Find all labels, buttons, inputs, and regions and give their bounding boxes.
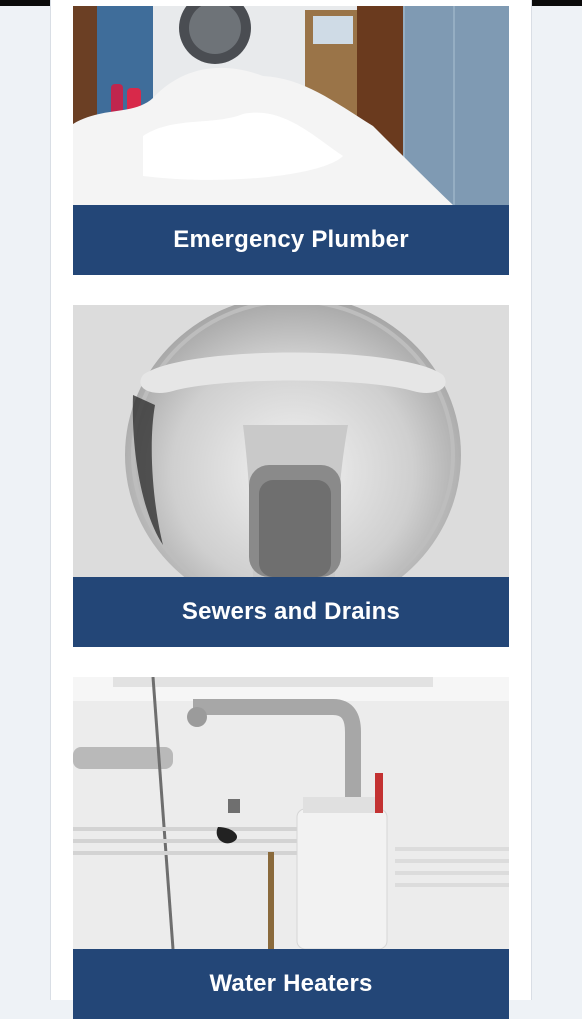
service-card-emergency-plumber[interactable]: Emergency Plumber [73, 6, 509, 275]
service-card-water-heaters[interactable]: Water Heaters [73, 677, 509, 1019]
service-banner[interactable]: Water Heaters [73, 949, 509, 1019]
service-card-sewers-and-drains[interactable]: Sewers and Drains [73, 305, 509, 647]
sewers-and-drains-image [73, 305, 509, 577]
service-title: Sewers and Drains [181, 598, 401, 625]
water-heaters-image [73, 677, 509, 949]
emergency-plumber-image [73, 6, 509, 205]
service-banner[interactable]: Emergency Plumber [73, 205, 509, 275]
service-banner[interactable]: Sewers and Drains [73, 577, 509, 647]
service-title: Emergency Plumber [173, 226, 409, 253]
service-title: Water Heaters [209, 970, 373, 997]
